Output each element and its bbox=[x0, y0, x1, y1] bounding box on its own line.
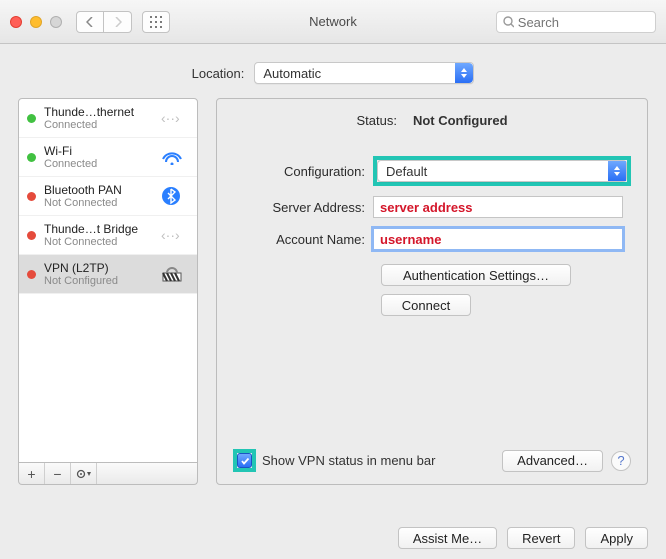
service-name: Thunde…thernet bbox=[44, 105, 153, 119]
gear-icon bbox=[76, 468, 92, 480]
window-controls bbox=[10, 16, 62, 28]
assist-me-button[interactable]: Assist Me… bbox=[398, 527, 497, 549]
show-all-button[interactable] bbox=[142, 11, 170, 33]
sidebar-item-vpn[interactable]: VPN (L2TP) Not Configured bbox=[19, 255, 197, 294]
nav-back-forward bbox=[76, 11, 132, 33]
connect-button[interactable]: Connect bbox=[381, 294, 471, 316]
service-name: VPN (L2TP) bbox=[44, 261, 153, 275]
service-status: Not Connected bbox=[44, 236, 153, 248]
search-icon bbox=[503, 16, 514, 28]
configuration-select[interactable]: Default bbox=[377, 160, 627, 182]
wifi-icon bbox=[161, 149, 189, 165]
status-dot-connected-icon bbox=[27, 153, 36, 162]
show-vpn-status-label: Show VPN status in menu bar bbox=[262, 453, 435, 468]
check-icon bbox=[240, 456, 250, 466]
service-name: Bluetooth PAN bbox=[44, 183, 153, 197]
titlebar: Network bbox=[0, 0, 666, 44]
service-status: Connected bbox=[44, 158, 153, 170]
help-button[interactable]: ? bbox=[611, 451, 631, 471]
advanced-button[interactable]: Advanced… bbox=[502, 450, 603, 472]
highlight-box: Default bbox=[373, 156, 631, 186]
search-input[interactable] bbox=[518, 15, 649, 30]
server-address-field[interactable] bbox=[373, 196, 623, 218]
location-row: Location: Automatic bbox=[0, 44, 666, 98]
chevron-left-icon bbox=[86, 17, 94, 27]
chevron-right-icon bbox=[114, 17, 122, 27]
service-status: Connected bbox=[44, 119, 153, 131]
show-vpn-status-checkbox[interactable] bbox=[237, 453, 252, 468]
location-value: Automatic bbox=[263, 66, 321, 81]
ethernet-icon: ‹··› bbox=[161, 226, 189, 244]
configuration-label: Configuration: bbox=[233, 164, 373, 179]
service-list: Thunde…thernet Connected ‹··› Wi-Fi Conn… bbox=[18, 98, 198, 463]
sidebar-item-thunderbolt-ethernet[interactable]: Thunde…thernet Connected ‹··› bbox=[19, 99, 197, 138]
svg-text:‹··›: ‹··› bbox=[161, 227, 180, 243]
status-value: Not Configured bbox=[413, 113, 508, 128]
revert-button[interactable]: Revert bbox=[507, 527, 575, 549]
status-dot-disconnected-icon bbox=[27, 231, 36, 240]
apply-button[interactable]: Apply bbox=[585, 527, 648, 549]
status-dot-notconfigured-icon bbox=[27, 270, 36, 279]
main-area: Thunde…thernet Connected ‹··› Wi-Fi Conn… bbox=[0, 98, 666, 485]
highlight-box bbox=[233, 449, 256, 472]
sidebar-item-thunderbolt-bridge[interactable]: Thunde…t Bridge Not Connected ‹··› bbox=[19, 216, 197, 255]
remove-service-button[interactable]: − bbox=[45, 463, 71, 484]
back-button[interactable] bbox=[76, 11, 104, 33]
window-footer: Assist Me… Revert Apply bbox=[398, 527, 648, 549]
status-dot-connected-icon bbox=[27, 114, 36, 123]
service-sidebar: Thunde…thernet Connected ‹··› Wi-Fi Conn… bbox=[18, 98, 198, 485]
stepper-icon bbox=[608, 161, 626, 181]
status-dot-disconnected-icon bbox=[27, 192, 36, 201]
service-actions-button[interactable] bbox=[71, 463, 97, 484]
sidebar-item-bluetooth-pan[interactable]: Bluetooth PAN Not Connected bbox=[19, 177, 197, 216]
configuration-value: Default bbox=[386, 164, 427, 179]
stepper-icon bbox=[455, 63, 473, 83]
close-window-button[interactable] bbox=[10, 16, 22, 28]
svg-text:‹··›: ‹··› bbox=[161, 110, 180, 126]
detail-pane: Status: Not Configured Configuration: De… bbox=[216, 98, 648, 485]
service-list-footer: + − bbox=[18, 463, 198, 485]
service-name: Wi-Fi bbox=[44, 144, 153, 158]
location-select[interactable]: Automatic bbox=[254, 62, 474, 84]
vpn-icon bbox=[161, 264, 189, 284]
server-address-label: Server Address: bbox=[233, 200, 373, 215]
zoom-window-button[interactable] bbox=[50, 16, 62, 28]
forward-button[interactable] bbox=[104, 11, 132, 33]
service-status: Not Connected bbox=[44, 197, 153, 209]
status-label: Status: bbox=[356, 113, 404, 128]
ethernet-icon: ‹··› bbox=[161, 109, 189, 127]
grid-icon bbox=[150, 16, 162, 28]
service-name: Thunde…t Bridge bbox=[44, 222, 153, 236]
search-field-wrap[interactable] bbox=[496, 11, 656, 33]
account-name-field[interactable] bbox=[373, 228, 623, 250]
add-service-button[interactable]: + bbox=[19, 463, 45, 484]
bluetooth-icon bbox=[161, 186, 189, 206]
minimize-window-button[interactable] bbox=[30, 16, 42, 28]
auth-settings-button[interactable]: Authentication Settings… bbox=[381, 264, 571, 286]
account-name-label: Account Name: bbox=[233, 232, 373, 247]
service-status: Not Configured bbox=[44, 275, 153, 287]
location-label: Location: bbox=[192, 66, 245, 81]
sidebar-item-wifi[interactable]: Wi-Fi Connected bbox=[19, 138, 197, 177]
